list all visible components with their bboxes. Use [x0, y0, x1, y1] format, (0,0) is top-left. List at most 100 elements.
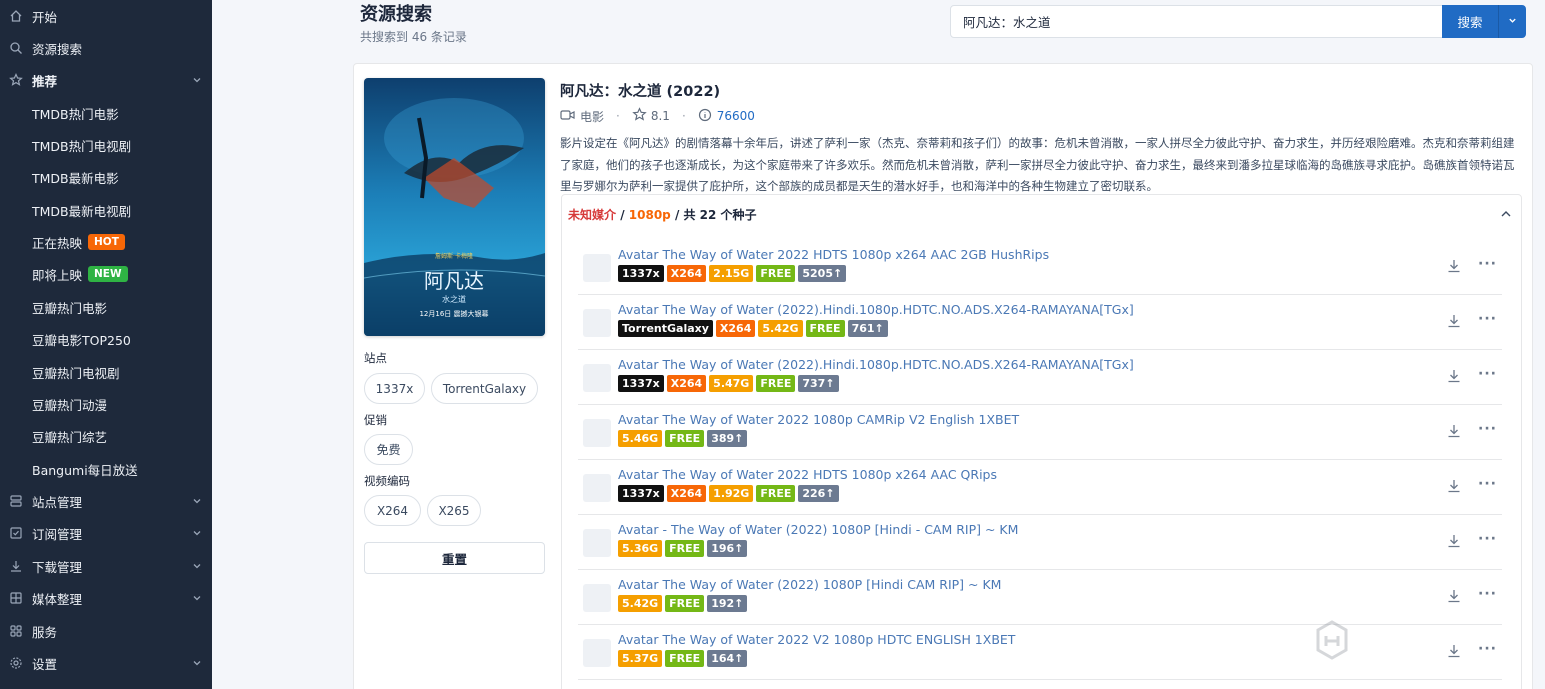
sidebar-item-douban-hot-variety[interactable]: 豆瓣热门综艺 [0, 421, 212, 451]
more-options-icon[interactable]: ··· [1478, 421, 1497, 437]
size-tag: 5.42G [758, 320, 803, 337]
sidebar-item-label: 设置 [32, 656, 58, 672]
more-options-icon[interactable]: ··· [1478, 366, 1497, 382]
search-input[interactable] [950, 5, 1443, 38]
filter-chip-codec[interactable]: X265 [427, 495, 481, 526]
chevron-down-icon [1508, 15, 1517, 28]
more-options-icon[interactable]: ··· [1478, 256, 1497, 272]
group-count-label: / 共 22 个种子 [670, 208, 757, 222]
movie-poster[interactable]: 詹姆斯·卡梅隆 阿凡达 水之道 12月16日 震撼大银幕 [364, 78, 545, 336]
torrent-row[interactable]: Avatar The Way of Water 2022 1080p CAMRi… [578, 405, 1502, 460]
sidebar-item-label: TMDB最新电视剧 [32, 203, 132, 219]
sidebar-item-downloads[interactable]: 下载管理 [0, 551, 212, 581]
sidebar-item-start[interactable]: 开始 [0, 1, 212, 31]
sidebar-item-upcoming[interactable]: 即将上映 NEW [0, 259, 212, 289]
sidebar-item-tmdb-hot-movie[interactable]: TMDB热门电影 [0, 98, 212, 128]
sidebar-item-label: 豆瓣热门综艺 [32, 429, 108, 445]
chevron-up-icon[interactable] [1499, 207, 1513, 225]
reset-button[interactable]: 重置 [364, 542, 545, 574]
video-camera-icon [560, 109, 575, 124]
sidebar-item-media[interactable]: 媒体整理 [0, 583, 212, 613]
site-tag: 1337x [618, 375, 664, 392]
torrent-group-header[interactable]: 未知媒介 / 1080p / 共 22 个种子 [568, 206, 757, 223]
more-options-icon[interactable]: ··· [1478, 311, 1497, 327]
size-tag: 5.46G [618, 430, 663, 447]
seeders-tag: 389↑ [707, 430, 748, 447]
torrent-row[interactable]: Avatar - The Way of Water (2022) 1080P [… [578, 515, 1502, 570]
torrent-tags: 1337x X264 5.47G FREE 737↑ [618, 375, 839, 392]
sidebar-item-label: 服务 [32, 624, 58, 640]
torrent-title-link[interactable]: Avatar The Way of Water 2022 1080p CAMRi… [618, 412, 1019, 427]
movie-type: 电影 [580, 109, 605, 124]
torrent-title-link[interactable]: Avatar - The Way of Water (2022) 1080P [… [618, 522, 1018, 537]
download-icon[interactable] [1446, 478, 1462, 498]
seeders-tag: 192↑ [707, 595, 748, 612]
chevron-down-icon [192, 73, 202, 88]
sidebar-item-bangumi[interactable]: Bangumi每日放送 [0, 454, 212, 484]
sidebar-item-sites[interactable]: 站点管理 [0, 486, 212, 516]
page-title: 资源搜索 [360, 4, 432, 25]
sidebar-item-label: TMDB热门电视剧 [32, 138, 132, 154]
search-button[interactable]: 搜索 [1442, 5, 1498, 38]
torrent-title-link[interactable]: Avatar The Way of Water 2022 HDTS 1080p … [618, 247, 1049, 262]
torrent-title-link[interactable]: Avatar The Way of Water 2022 V2 1080p HD… [618, 632, 1015, 647]
sidebar-item-douban-top250[interactable]: 豆瓣电影TOP250 [0, 324, 212, 354]
codec-tag: X264 [666, 485, 707, 502]
apps-icon [8, 623, 24, 639]
sidebar-item-tmdb-hot-tv[interactable]: TMDB热门电视剧 [0, 130, 212, 160]
site-favicon [583, 419, 611, 447]
filter-label-promo: 促销 [364, 413, 387, 427]
seeders-tag: 5205↑ [798, 265, 847, 282]
search-dropdown-toggle[interactable] [1498, 5, 1526, 38]
filter-chip-promo[interactable]: 免费 [364, 434, 413, 465]
filter-chip-site[interactable]: TorrentGalaxy [431, 373, 538, 404]
torrent-title-link[interactable]: Avatar The Way of Water (2022).Hindi.108… [618, 302, 1134, 317]
download-icon[interactable] [1446, 423, 1462, 443]
free-tag: FREE [805, 320, 845, 337]
download-icon[interactable] [1446, 368, 1462, 388]
sidebar-item-tmdb-new-tv[interactable]: TMDB最新电视剧 [0, 195, 212, 225]
sidebar-item-subscriptions[interactable]: 订阅管理 [0, 518, 212, 548]
download-icon[interactable] [1446, 313, 1462, 333]
watermark-icon [1316, 620, 1348, 660]
download-icon[interactable] [1446, 533, 1462, 553]
free-tag: FREE [756, 485, 796, 502]
site-favicon [583, 254, 611, 282]
sidebar-item-label: Bangumi每日放送 [32, 462, 138, 478]
more-options-icon[interactable]: ··· [1478, 531, 1497, 547]
torrent-tags: 5.42G FREE 192↑ [618, 595, 748, 612]
star-icon [8, 72, 24, 88]
sidebar-item-recommend[interactable]: 推荐 [0, 65, 212, 95]
torrent-row[interactable]: Avatar The Way of Water 2022 HDTS 1080p … [578, 240, 1502, 295]
torrent-title-link[interactable]: Avatar The Way of Water (2022) 1080P [Hi… [618, 577, 1001, 592]
torrent-row[interactable]: Avatar The Way of Water 2022 HDTS 1080p … [578, 460, 1502, 515]
sidebar-item-douban-hot-tv[interactable]: 豆瓣热门电视剧 [0, 357, 212, 387]
filter-chip-codec[interactable]: X264 [364, 495, 421, 526]
torrent-title-link[interactable]: Avatar The Way of Water 2022 HDTS 1080p … [618, 467, 997, 482]
filter-chip-site[interactable]: 1337x [364, 373, 425, 404]
sidebar-item-label: TMDB最新电影 [32, 170, 119, 186]
sidebar-item-label: 即将上映 [32, 267, 83, 283]
sidebar-item-settings[interactable]: 设置 [0, 648, 212, 678]
torrent-title-link[interactable]: Avatar The Way of Water (2022).Hindi.108… [618, 357, 1134, 372]
torrent-row[interactable]: Avatar The Way of Water (2022).Hindi.108… [578, 350, 1502, 405]
movie-vote-count[interactable]: 76600 [717, 109, 755, 123]
torrent-row[interactable]: Avatar The Way of Water (2022).Hindi.108… [578, 295, 1502, 350]
sidebar-item-now-playing[interactable]: 正在热映 HOT [0, 227, 212, 257]
sidebar-item-douban-hot-movie[interactable]: 豆瓣热门电影 [0, 292, 212, 322]
download-icon[interactable] [1446, 258, 1462, 278]
sidebar-item-label: 资源搜索 [32, 41, 83, 57]
site-favicon [583, 584, 611, 612]
sidebar-item-services[interactable]: 服务 [0, 616, 212, 646]
sidebar-item-search[interactable]: 资源搜索 [0, 33, 212, 63]
download-icon[interactable] [1446, 588, 1462, 608]
chevron-down-icon [192, 591, 202, 606]
hot-badge: HOT [88, 234, 125, 250]
free-tag: FREE [665, 430, 705, 447]
sidebar-item-tmdb-new-movie[interactable]: TMDB最新电影 [0, 162, 212, 192]
site-tag: 1337x [618, 265, 664, 282]
more-options-icon[interactable]: ··· [1478, 476, 1497, 492]
more-options-icon[interactable]: ··· [1478, 586, 1497, 602]
sidebar-item-douban-hot-anime[interactable]: 豆瓣热门动漫 [0, 389, 212, 419]
seeders-tag: 226↑ [798, 485, 839, 502]
